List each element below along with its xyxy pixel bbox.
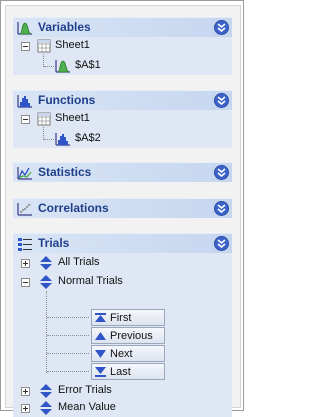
statistics-header[interactable]: Statistics (13, 162, 232, 182)
statistics-section: Statistics (13, 162, 232, 182)
up-down-arrows-icon (40, 401, 52, 415)
statistics-title: Statistics (38, 165, 92, 179)
previous-trial-button[interactable]: Previous (91, 327, 165, 344)
double-chevron-down-icon (217, 168, 226, 177)
correlations-title: Correlations (38, 201, 109, 215)
double-chevron-down-icon (217, 239, 226, 248)
variables-sheet-expander[interactable] (21, 42, 30, 51)
tree-line (46, 291, 47, 373)
variables-cell-label[interactable]: $A$1 (75, 59, 101, 71)
all-trials-label[interactable]: All Trials (58, 256, 100, 268)
functions-cell-label[interactable]: $A$2 (75, 132, 101, 144)
distribution-icon (55, 60, 70, 73)
variables-sheet-label[interactable]: Sheet1 (55, 39, 90, 51)
double-chevron-down-icon (217, 23, 226, 32)
correlations-collapse-button[interactable] (214, 201, 229, 216)
double-chevron-down-icon (217, 204, 226, 213)
mean-value-label[interactable]: Mean Value (58, 401, 116, 413)
previous-icon (95, 332, 106, 340)
worksheet-icon (37, 112, 51, 126)
functions-header[interactable]: Functions (13, 90, 232, 110)
variables-tree: Sheet1 $A$1 (13, 37, 232, 75)
variables-title: Variables (38, 20, 91, 34)
trials-title: Trials (38, 236, 70, 250)
next-trial-label: Next (110, 348, 133, 360)
statistics-collapse-button[interactable] (214, 165, 229, 180)
last-trial-button[interactable]: Last (91, 363, 165, 380)
variables-header[interactable]: Variables (13, 17, 232, 37)
correlation-scatter-icon (17, 203, 32, 216)
function-histogram-icon (17, 95, 32, 108)
up-down-arrows-icon (40, 384, 52, 398)
normal-trials-label[interactable]: Normal Trials (58, 275, 123, 287)
functions-sheet-expander[interactable] (21, 115, 30, 124)
next-icon (95, 350, 106, 358)
tree-line (44, 66, 54, 67)
variables-section: Variables Sheet1 $A$1 (13, 17, 232, 75)
tree-line (44, 139, 54, 140)
functions-collapse-button[interactable] (214, 93, 229, 108)
functions-tree: Sheet1 $A$2 (13, 110, 232, 148)
first-icon (95, 313, 106, 322)
trials-collapse-button[interactable] (214, 236, 229, 251)
histogram-icon (55, 133, 70, 146)
variable-distribution-icon (17, 22, 32, 35)
variables-collapse-button[interactable] (214, 20, 229, 35)
up-down-arrows-icon (40, 256, 52, 270)
first-trial-button[interactable]: First (91, 309, 165, 326)
statistics-chart-icon (17, 167, 32, 180)
trials-list-icon (18, 238, 32, 251)
trials-section: Trials All Trials Normal Trials First Pr… (13, 233, 232, 417)
correlations-header[interactable]: Correlations (13, 198, 232, 218)
up-down-arrows-icon (40, 275, 52, 289)
correlations-section: Correlations (13, 198, 232, 218)
worksheet-icon (37, 39, 51, 53)
tree-line (47, 317, 89, 318)
functions-section: Functions Sheet1 $A$2 (13, 90, 232, 148)
normal-trials-expander[interactable] (21, 278, 30, 287)
error-trials-expander[interactable] (21, 387, 30, 396)
functions-sheet-label[interactable]: Sheet1 (55, 112, 90, 124)
previous-trial-label: Previous (110, 330, 153, 342)
last-icon (95, 367, 106, 377)
trials-header[interactable]: Trials (13, 233, 232, 253)
first-trial-label: First (110, 312, 132, 324)
error-trials-label[interactable]: Error Trials (58, 384, 112, 396)
functions-title: Functions (38, 93, 96, 107)
tree-line (47, 371, 89, 372)
tree-line (47, 353, 89, 354)
next-trial-button[interactable]: Next (91, 345, 165, 362)
last-trial-label: Last (110, 366, 131, 378)
all-trials-expander[interactable] (21, 259, 30, 268)
mean-value-expander[interactable] (21, 404, 30, 413)
tree-line (47, 335, 89, 336)
double-chevron-down-icon (217, 96, 226, 105)
trials-tree: All Trials Normal Trials First Previous (13, 253, 232, 417)
